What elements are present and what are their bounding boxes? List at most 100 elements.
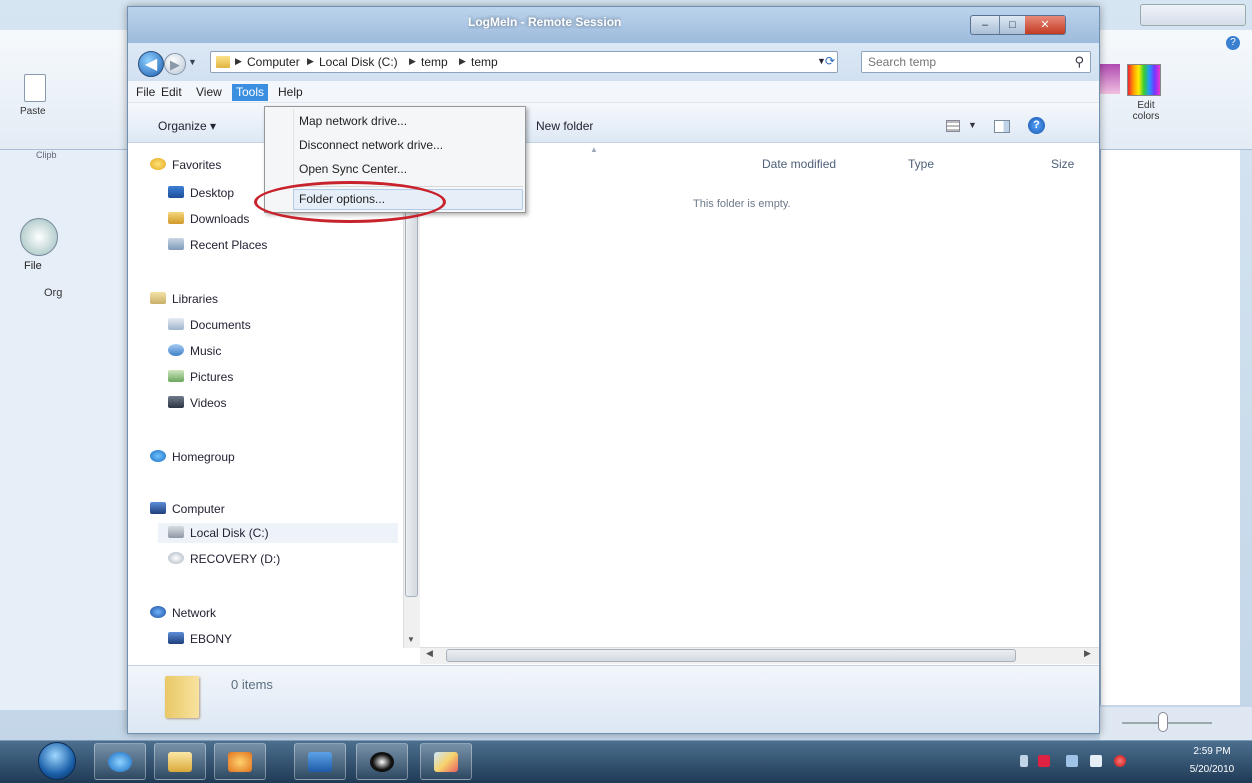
preview-pane-icon[interactable] bbox=[994, 120, 1010, 133]
title-bar[interactable]: LogMeIn - Remote Session – □ ✕ bbox=[128, 7, 1099, 43]
paste-label: Paste bbox=[20, 106, 46, 117]
back-button[interactable]: ◀ bbox=[138, 51, 164, 77]
nav-label: Documents bbox=[190, 318, 251, 332]
clipboard-group-label: Clipb bbox=[36, 150, 57, 160]
nav-documents[interactable]: Documents bbox=[168, 315, 251, 335]
start-button-icon[interactable] bbox=[38, 742, 76, 780]
breadcrumb-arrow-icon[interactable]: ▶ bbox=[409, 56, 416, 67]
volume-icon[interactable] bbox=[1090, 755, 1102, 767]
taskbar-explorer-button[interactable] bbox=[154, 743, 206, 780]
color-swatch[interactable] bbox=[1100, 64, 1120, 94]
zoom-slider-thumb[interactable] bbox=[1158, 712, 1168, 732]
scroll-left-icon[interactable]: ◀ bbox=[426, 648, 433, 659]
scroll-right-icon[interactable]: ▶ bbox=[1084, 648, 1091, 659]
breadcrumb-temp-current[interactable]: temp bbox=[471, 55, 498, 69]
file-list-pane[interactable] bbox=[420, 143, 1099, 653]
media-player-icon bbox=[228, 752, 252, 772]
menu-tools[interactable]: Tools bbox=[232, 84, 269, 101]
disk-drive-icon bbox=[168, 526, 184, 538]
refresh-icon[interactable]: ⟳ bbox=[825, 54, 835, 68]
folder-icon bbox=[216, 56, 230, 68]
breadcrumb-temp[interactable]: temp bbox=[421, 55, 448, 69]
recent-places-icon bbox=[168, 238, 184, 250]
background-file-menu[interactable]: File bbox=[24, 260, 42, 272]
nav-favorites[interactable]: Favorites bbox=[150, 155, 221, 175]
new-folder-button[interactable]: New folder bbox=[536, 119, 593, 133]
nav-downloads[interactable]: Downloads bbox=[168, 209, 249, 229]
clock-date[interactable]: 5/20/2010 bbox=[1177, 764, 1247, 775]
nav-network[interactable]: Network bbox=[150, 603, 216, 623]
forward-button[interactable]: ▶ bbox=[164, 53, 186, 75]
views-icon[interactable] bbox=[946, 120, 960, 132]
details-pane bbox=[128, 665, 1099, 733]
nav-local-disk[interactable]: Local Disk (C:) bbox=[168, 523, 269, 543]
history-dropdown-icon[interactable]: ▼ bbox=[188, 57, 197, 67]
nav-desktop[interactable]: Desktop bbox=[168, 183, 234, 203]
nav-recovery[interactable]: RECOVERY (D:) bbox=[168, 549, 280, 569]
views-dropdown-icon[interactable]: ▼ bbox=[968, 120, 977, 130]
minimize-button[interactable]: – bbox=[971, 16, 999, 34]
column-type[interactable]: Type bbox=[908, 157, 934, 171]
computer-icon bbox=[150, 502, 166, 514]
taskbar-ie-button[interactable] bbox=[94, 743, 146, 780]
scroll-down-icon[interactable]: ▼ bbox=[407, 635, 415, 644]
paint-icon bbox=[434, 752, 458, 772]
menu-view[interactable]: View bbox=[192, 84, 226, 101]
search-icon[interactable]: ⚲ bbox=[1074, 54, 1084, 70]
breadcrumb-arrow-icon[interactable]: ▶ bbox=[235, 56, 242, 67]
breadcrumb-local-disk[interactable]: Local Disk (C:) bbox=[319, 55, 398, 69]
nav-label: Recent Places bbox=[190, 238, 268, 252]
breadcrumb-computer[interactable]: Computer bbox=[247, 55, 300, 69]
maximize-button[interactable]: □ bbox=[999, 16, 1025, 34]
nav-label: Homegroup bbox=[172, 450, 235, 464]
nav-recent-places[interactable]: Recent Places bbox=[168, 235, 267, 255]
taskbar-checkmark-button[interactable] bbox=[294, 743, 346, 780]
action-center-flag-icon[interactable] bbox=[1038, 755, 1050, 767]
nav-homegroup[interactable]: Homegroup bbox=[150, 447, 235, 467]
menu-file[interactable]: File bbox=[132, 84, 159, 101]
nav-computer[interactable]: Computer bbox=[150, 499, 225, 519]
column-date-modified[interactable]: Date modified bbox=[762, 157, 836, 171]
breadcrumb-arrow-icon[interactable]: ▶ bbox=[307, 56, 314, 67]
nav-videos[interactable]: Videos bbox=[168, 393, 226, 413]
background-window-controls[interactable] bbox=[1140, 4, 1246, 26]
search-box[interactable]: ⚲ bbox=[861, 51, 1091, 73]
nav-music[interactable]: Music bbox=[168, 341, 221, 361]
column-size[interactable]: Size bbox=[1051, 157, 1074, 171]
nav-scrollbar-thumb[interactable] bbox=[405, 157, 418, 597]
nav-pictures[interactable]: Pictures bbox=[168, 367, 233, 387]
taskbar-paint-button[interactable] bbox=[420, 743, 472, 780]
close-button[interactable]: ✕ bbox=[1025, 16, 1065, 34]
taskbar-hp-button[interactable] bbox=[356, 743, 408, 780]
menu-map-network-drive[interactable]: Map network drive... bbox=[299, 114, 407, 128]
breadcrumb-arrow-icon[interactable]: ▶ bbox=[459, 56, 466, 67]
menu-help[interactable]: Help bbox=[274, 84, 307, 101]
nav-libraries[interactable]: Libraries bbox=[150, 289, 218, 309]
antivirus-icon[interactable] bbox=[1114, 755, 1126, 767]
nav-ebony[interactable]: EBONY bbox=[168, 629, 232, 649]
taskbar-media-button[interactable] bbox=[214, 743, 266, 780]
menu-open-sync-center[interactable]: Open Sync Center... bbox=[299, 162, 407, 176]
help-icon[interactable]: ? bbox=[1028, 117, 1045, 134]
background-organize[interactable]: Org bbox=[44, 287, 62, 299]
paste-icon[interactable] bbox=[24, 74, 46, 102]
menu-edit[interactable]: Edit bbox=[157, 84, 186, 101]
red-highlight-ring bbox=[254, 181, 446, 223]
menu-disconnect-network-drive[interactable]: Disconnect network drive... bbox=[299, 138, 443, 152]
clock-time[interactable]: 2:59 PM bbox=[1177, 746, 1247, 757]
address-bar[interactable]: ▶ Computer ▶ Local Disk (C:) ▶ temp ▶ te… bbox=[210, 51, 838, 73]
edit-colors-icon[interactable] bbox=[1127, 64, 1161, 96]
network-status-icon[interactable] bbox=[1066, 755, 1078, 767]
organize-button[interactable]: Organize ▾ bbox=[158, 119, 216, 133]
homegroup-icon bbox=[150, 450, 166, 462]
item-count: 0 items bbox=[231, 677, 273, 692]
music-icon bbox=[168, 344, 184, 356]
checkmark-app-icon bbox=[308, 752, 332, 772]
nav-label: EBONY bbox=[190, 632, 233, 646]
nav-label: Pictures bbox=[190, 370, 234, 384]
libraries-icon bbox=[150, 292, 166, 304]
background-help-icon[interactable]: ? bbox=[1226, 36, 1240, 50]
search-input[interactable] bbox=[868, 55, 1058, 69]
show-hidden-icons-icon[interactable] bbox=[1020, 755, 1028, 767]
horizontal-scrollbar-thumb[interactable] bbox=[446, 649, 1016, 662]
